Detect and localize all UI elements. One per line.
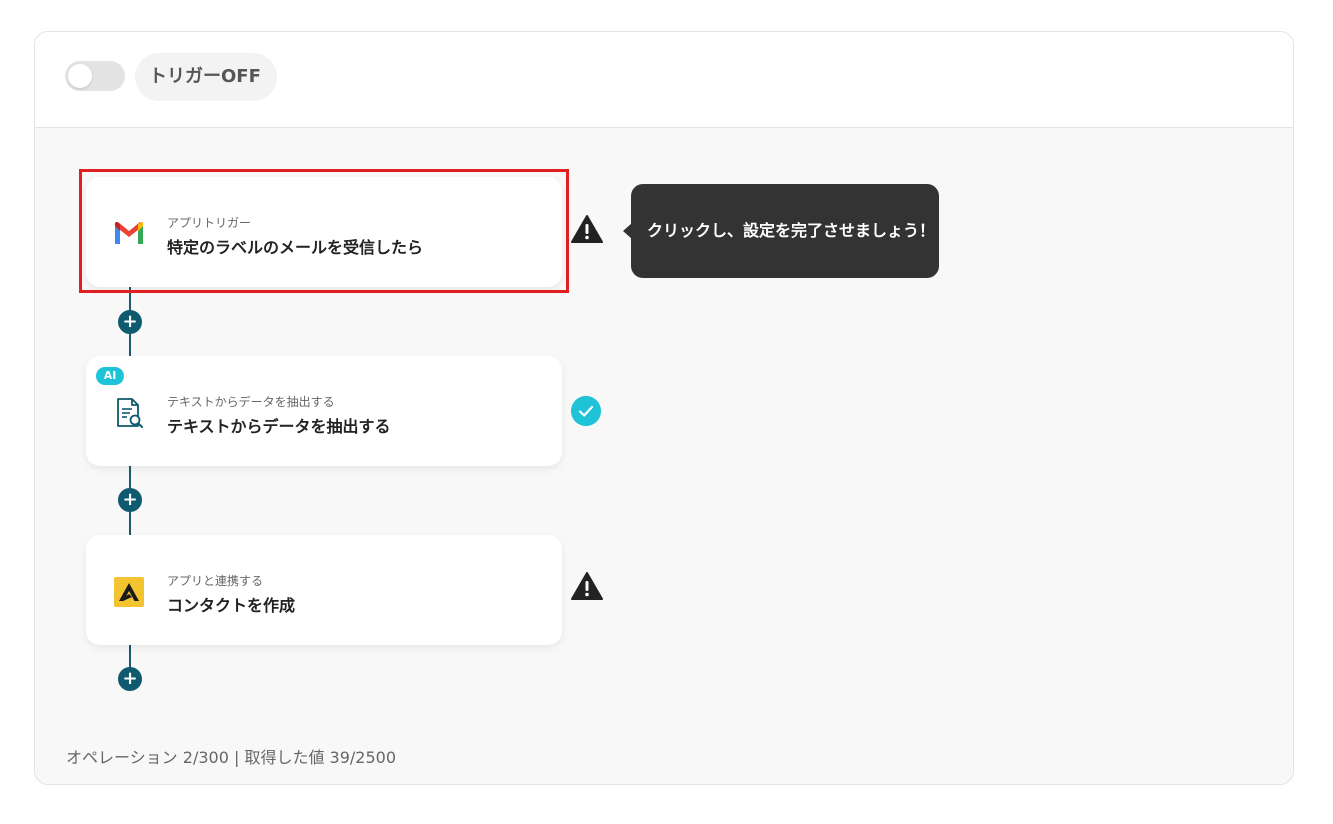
step-title: コンタクトを作成 xyxy=(167,596,296,615)
check-icon xyxy=(571,396,601,426)
document-search-icon xyxy=(117,398,143,428)
flow-panel: トリガーOFF + + + アプリトリガー 特定のラベルのメールを受信したら ク… xyxy=(34,31,1294,785)
ai-badge: AI xyxy=(96,367,124,385)
usage-footer: オペレーション 2/300 | 取得した値 39/2500 xyxy=(66,748,396,767)
step-title: テキストからデータを抽出する xyxy=(167,417,391,436)
step-card-create-contact[interactable]: アプリと連携する コンタクトを作成 xyxy=(86,535,562,645)
trigger-toggle[interactable] xyxy=(65,61,125,91)
flow-header: トリガーOFF xyxy=(35,32,1293,128)
add-step-button[interactable]: + xyxy=(118,488,142,512)
app-logo-icon xyxy=(114,577,144,607)
add-step-button[interactable]: + xyxy=(118,310,142,334)
step-card-ai-extract[interactable]: テキストからデータを抽出する テキストからデータを抽出する xyxy=(86,356,562,466)
warning-icon xyxy=(571,572,603,600)
setup-tooltip: クリックし、設定を完了させましょう！ xyxy=(623,184,939,278)
step-type-label: アプリと連携する xyxy=(167,574,264,588)
toggle-knob xyxy=(68,64,92,88)
selection-highlight xyxy=(79,169,569,293)
step-type-label: テキストからデータを抽出する xyxy=(167,395,335,409)
add-step-button[interactable]: + xyxy=(118,667,142,691)
tooltip-arrow xyxy=(623,223,632,239)
tooltip-text: クリックし、設定を完了させましょう！ xyxy=(647,221,936,240)
warning-icon xyxy=(571,215,603,243)
trigger-status-label: トリガーOFF xyxy=(135,53,277,101)
trigger-toggle-group: トリガーOFF xyxy=(65,53,277,101)
